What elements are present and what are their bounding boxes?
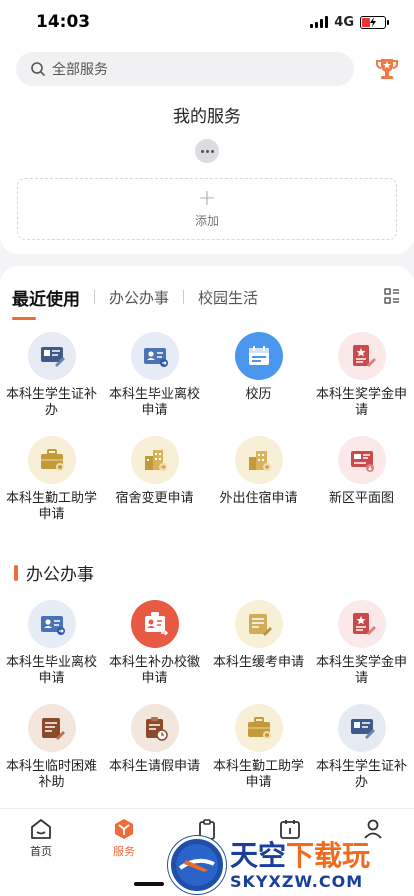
briefcase-icon (27, 436, 76, 484)
service-label: 宿舍变更申请 (115, 491, 194, 506)
nav-label: 首页 (30, 845, 52, 858)
signal-icon (310, 16, 329, 28)
service-badge-reissue[interactable]: 本科生补办校徽申请 (103, 600, 206, 687)
watermark-title-orange: 下载玩 (286, 838, 371, 872)
service-label: 外出住宿申请 (219, 491, 298, 506)
more-icon[interactable] (195, 139, 219, 163)
my-services-card: 全部服务 我的服务 + 添加 (0, 44, 414, 254)
service-label: 校历 (245, 387, 272, 402)
service-label: 本科生毕业离校申请 (108, 387, 200, 418)
add-label: 添加 (194, 214, 219, 228)
watermark-text: 天空下载玩 SKYXZW.COM (230, 838, 371, 891)
service-scholarship[interactable]: 本科生奖学金申请 (310, 332, 413, 419)
section-title: 办公办事 (26, 565, 94, 585)
service-hardship-subsidy[interactable]: 本科生临时困难补助 (0, 704, 103, 791)
tab-recent[interactable]: 最近使用 (12, 285, 80, 320)
service-graduation-leave[interactable]: 本科生毕业离校申请 (103, 332, 206, 419)
office-section-header: 办公办事 (14, 560, 94, 585)
tab-divider (94, 290, 95, 304)
service-label: 本科生毕业离校申请 (5, 655, 97, 686)
service-dorm-change[interactable]: 宿舍变更申请 (103, 436, 206, 507)
status-bar: 14:03 4G (0, 0, 414, 44)
tab-office[interactable]: 办公办事 (109, 287, 169, 308)
tab-campus-life[interactable]: 校园生活 (198, 287, 258, 308)
plus-icon: + (197, 186, 217, 211)
home-icon (31, 819, 51, 839)
category-tabs: 最近使用 办公办事 校园生活 (12, 284, 258, 320)
services-panel: 最近使用 办公办事 校园生活 本科生学生证补办 本科生毕业离校申请 校历 本科生… (0, 266, 414, 896)
map-board-icon (337, 436, 386, 484)
form-edit-icon (27, 704, 76, 752)
status-indicators: 4G (310, 14, 389, 30)
nav-label: 服务 (113, 845, 135, 858)
service-label: 本科生学生证补办 (5, 387, 97, 418)
service-label: 本科生学生证补办 (315, 759, 407, 790)
service-exam-deferral[interactable]: 本科生缓考申请 (207, 600, 310, 671)
watermark-url: SKYXZW.COM (230, 871, 364, 891)
home-indicator (134, 882, 164, 886)
calendar-icon (234, 332, 283, 380)
list-view-icon[interactable] (384, 288, 400, 304)
section-marker (14, 564, 18, 581)
watermark-logo: 天空下载玩 SKYXZW.COM (168, 834, 414, 896)
service-label: 新区平面图 (328, 491, 394, 506)
service-label: 本科生勤工助学申请 (5, 491, 97, 522)
service-work-study[interactable]: 本科生勤工助学申请 (207, 704, 310, 791)
search-input[interactable]: 全部服务 (16, 52, 354, 86)
id-card-icon (27, 600, 76, 648)
service-label: 本科生临时困难补助 (5, 759, 97, 790)
service-outside-accommodation[interactable]: 外出住宿申请 (207, 436, 310, 507)
globe-plane-icon (168, 836, 226, 894)
badge-icon (130, 600, 179, 648)
service-leave-request[interactable]: 本科生请假申请 (103, 704, 206, 775)
battery-icon (360, 15, 389, 29)
service-student-card-reissue[interactable]: 本科生学生证补办 (310, 704, 413, 791)
nav-home[interactable]: 首页 (11, 817, 71, 859)
service-work-study[interactable]: 本科生勤工助学申请 (0, 436, 103, 523)
service-label: 本科生奖学金申请 (315, 655, 407, 686)
service-cube-icon (115, 819, 133, 839)
student-card-icon (337, 704, 386, 752)
watermark-title-blue: 天空 (230, 838, 287, 872)
nav-services[interactable]: 服务 (94, 817, 154, 859)
id-card-icon (130, 332, 179, 380)
service-student-card-reissue[interactable]: 本科生学生证补办 (0, 332, 103, 419)
student-card-icon (27, 332, 76, 380)
service-graduation-leave[interactable]: 本科生毕业离校申请 (0, 600, 103, 687)
service-label: 本科生勤工助学申请 (212, 759, 304, 790)
service-scholarship[interactable]: 本科生奖学金申请 (310, 600, 413, 687)
service-new-campus-map[interactable]: 新区平面图 (310, 436, 413, 507)
my-services-title: 我的服务 (173, 107, 241, 127)
clipboard-clock-icon (130, 704, 179, 752)
service-label: 本科生缓考申请 (212, 655, 304, 670)
service-label: 本科生补办校徽申请 (108, 655, 200, 686)
tab-divider (183, 290, 185, 304)
search-icon (31, 62, 45, 76)
search-placeholder: 全部服务 (52, 62, 108, 78)
briefcase-icon (234, 704, 283, 752)
building-icon (234, 436, 283, 484)
service-label: 本科生请假申请 (108, 759, 200, 774)
status-time: 14:03 (36, 12, 91, 32)
exam-doc-icon (234, 600, 283, 648)
add-service-button[interactable]: + 添加 (17, 178, 397, 240)
service-school-calendar[interactable]: 校历 (207, 332, 310, 403)
dormitory-icon (130, 436, 179, 484)
service-label: 本科生奖学金申请 (315, 387, 407, 418)
award-doc-icon (337, 332, 386, 380)
award-doc-icon (337, 600, 386, 648)
trophy-icon[interactable] (374, 56, 400, 82)
network-label: 4G (334, 14, 354, 30)
